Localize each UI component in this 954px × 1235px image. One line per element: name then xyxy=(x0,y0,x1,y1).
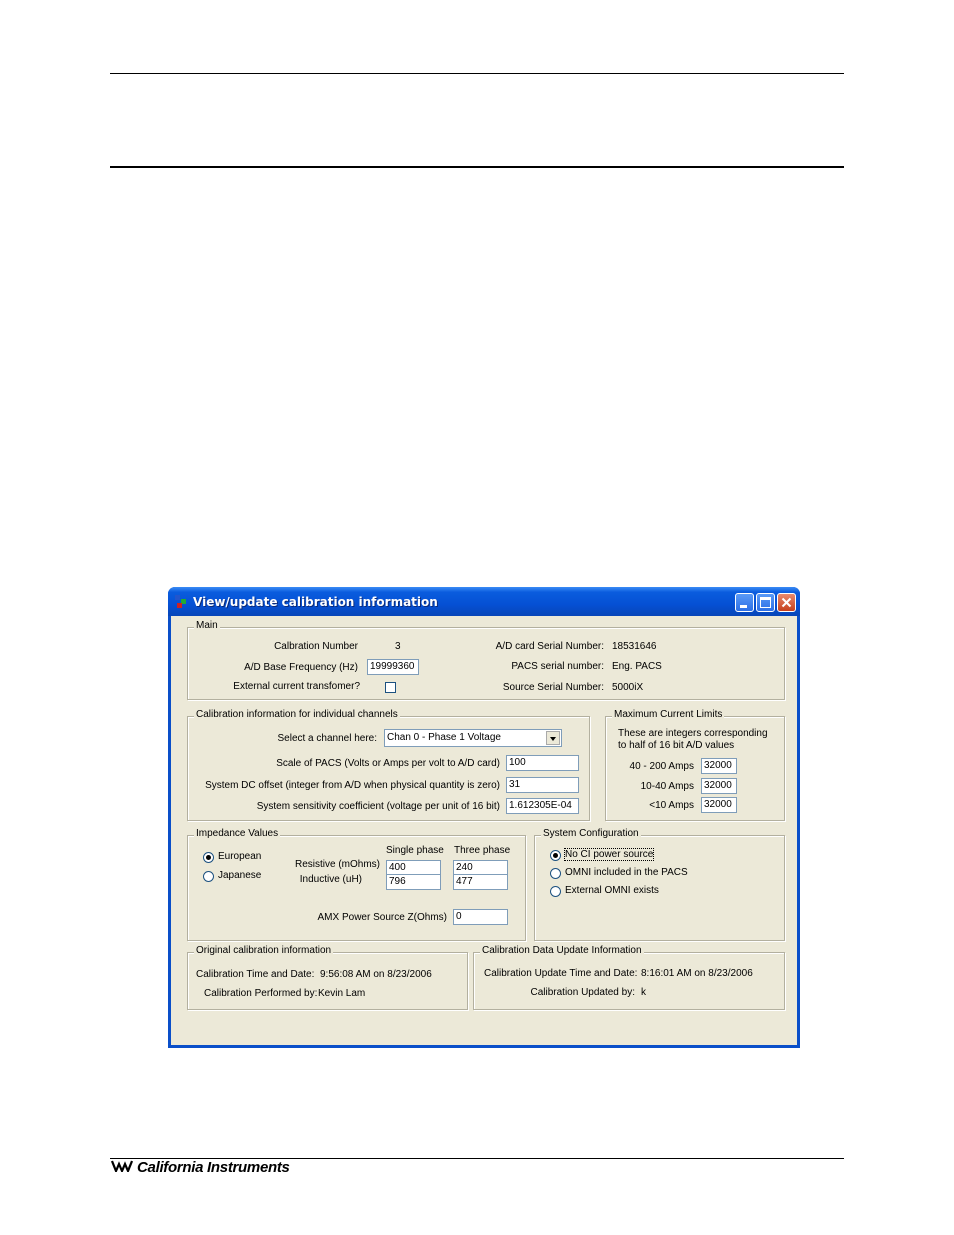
omni-included-label[interactable]: OMNI included in the PACS xyxy=(565,867,688,878)
scale-input[interactable]: 100 xyxy=(506,755,579,771)
limit-40-200-label: 40 - 200 Amps xyxy=(629,761,694,772)
three-phase-header: Three phase xyxy=(454,845,511,856)
limit-10-40-input[interactable]: 32000 xyxy=(701,778,737,794)
original-by-value: Kevin Lam xyxy=(318,988,366,999)
limit-40-200-input[interactable]: 32000 xyxy=(701,758,737,774)
pacs-serial-label: PACS serial number: xyxy=(511,661,604,672)
calibration-window: View/update calibration information Main… xyxy=(168,587,800,1048)
original-time-value: 9:56:08 AM on 8/23/2006 xyxy=(320,969,432,980)
european-radio[interactable] xyxy=(203,852,214,863)
chevron-down-icon[interactable] xyxy=(546,731,560,745)
sensitivity-input[interactable]: 1.612305E-04 xyxy=(506,798,579,814)
sensitivity-label: System sensitivity coefficient (voltage … xyxy=(256,801,500,812)
original-calibration-legend: Original calibration information xyxy=(194,945,334,956)
original-calibration-group: Original calibration information xyxy=(187,945,468,1010)
dc-offset-label: System DC offset (integer from A/D when … xyxy=(205,780,500,791)
omni-included-radio[interactable] xyxy=(550,868,561,879)
source-serial-value: 5000iX xyxy=(612,682,644,693)
japanese-label[interactable]: Japanese xyxy=(218,870,261,881)
original-time-label: Calibration Time and Date: xyxy=(196,969,315,980)
update-info-legend: Calibration Data Update Information xyxy=(480,945,644,956)
amx-impedance-input[interactable]: 0 xyxy=(453,909,508,925)
external-omni-radio[interactable] xyxy=(550,886,561,897)
ad-serial-label: A/D card Serial Number: xyxy=(495,641,604,652)
calibration-number-value: 3 xyxy=(395,641,401,652)
original-by-label: Calibration Performed by: xyxy=(204,988,318,999)
max-current-note-2: to half of 16 bit A/D values xyxy=(618,740,735,751)
japanese-radio[interactable] xyxy=(203,871,214,882)
external-ct-checkbox[interactable] xyxy=(385,682,396,693)
inductive-three-input[interactable]: 477 xyxy=(453,874,508,890)
pacs-serial-value: Eng. PACS xyxy=(612,661,662,672)
max-current-legend: Maximum Current Limits xyxy=(612,709,725,720)
source-serial-label: Source Serial Number: xyxy=(502,682,604,693)
maximize-button[interactable] xyxy=(756,593,775,612)
update-by-label: Calibration Updated by: xyxy=(530,987,635,998)
minimize-icon xyxy=(740,605,747,608)
minimize-button[interactable] xyxy=(735,593,754,612)
channel-select[interactable]: Chan 0 - Phase 1 Voltage xyxy=(384,729,562,747)
header-rule-top xyxy=(110,73,844,74)
maximize-icon xyxy=(760,597,771,608)
channels-legend: Calibration information for individual c… xyxy=(194,709,400,720)
title-bar[interactable]: View/update calibration information xyxy=(168,587,800,616)
window-client-area: Main Calbration Number 3 A/D Base Freque… xyxy=(171,616,797,1045)
ad-base-frequency-label: A/D Base Frequency (Hz) xyxy=(244,662,358,673)
single-phase-header: Single phase xyxy=(386,845,444,856)
company-logo-text: California Instruments xyxy=(137,1159,290,1176)
max-current-note-1: These are integers corresponding xyxy=(618,728,768,739)
dc-offset-input[interactable]: 31 xyxy=(506,777,579,793)
impedance-legend: Impedance Values xyxy=(194,828,281,839)
ad-serial-value: 18531646 xyxy=(612,641,657,652)
inductive-label: Inductive (uH) xyxy=(299,874,362,885)
update-info-group: Calibration Data Update Information xyxy=(473,945,785,1010)
close-button[interactable] xyxy=(777,593,796,612)
external-ct-label: External current transfomer? xyxy=(233,681,360,692)
limit-under-10-input[interactable]: 32000 xyxy=(701,797,737,813)
channel-select-value: Chan 0 - Phase 1 Voltage xyxy=(387,732,501,743)
limit-under-10-label: <10 Amps xyxy=(649,800,694,811)
update-time-label: Calibration Update Time and Date: xyxy=(484,968,638,979)
external-omni-label[interactable]: External OMNI exists xyxy=(565,885,659,896)
main-legend: Main xyxy=(194,620,220,631)
window-title: View/update calibration information xyxy=(193,595,438,609)
limit-10-40-label: 10-40 Amps xyxy=(640,781,694,792)
inductive-single-input[interactable]: 796 xyxy=(386,874,441,890)
company-logo: California Instruments xyxy=(111,1159,290,1176)
header-rule-bottom xyxy=(110,166,844,168)
channel-select-label: Select a channel here: xyxy=(277,733,377,744)
app-icon xyxy=(175,595,189,609)
update-time-value: 8:16:01 AM on 8/23/2006 xyxy=(641,968,753,979)
close-icon xyxy=(781,597,792,608)
scale-label: Scale of PACS (Volts or Amps per volt to… xyxy=(276,758,500,769)
system-config-legend: System Configuration xyxy=(541,828,641,839)
california-instruments-logo-icon xyxy=(111,1160,133,1172)
calibration-number-label: Calbration Number xyxy=(274,641,358,652)
resistive-label: Resistive (mOhms) xyxy=(294,859,380,870)
european-label[interactable]: European xyxy=(218,851,261,862)
ad-base-frequency-input[interactable]: 19999360 xyxy=(367,659,419,675)
update-by-value: k xyxy=(641,987,646,998)
no-ci-power-radio[interactable] xyxy=(550,850,561,861)
amx-impedance-label: AMX Power Source Z(Ohms) xyxy=(317,912,447,923)
no-ci-power-label[interactable]: No CI power source xyxy=(563,848,655,861)
